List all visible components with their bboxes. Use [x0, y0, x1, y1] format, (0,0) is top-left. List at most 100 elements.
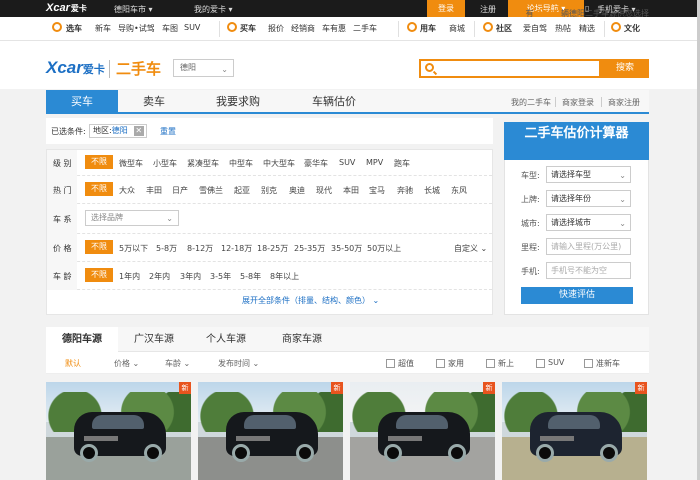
- dealer-register-link[interactable]: 商家注册: [608, 97, 640, 108]
- year-select[interactable]: 请选择年份 ⌄: [546, 190, 631, 207]
- filter-option[interactable]: 35-50万: [331, 243, 362, 254]
- city-selector[interactable]: 德阳车市 ▾: [114, 4, 153, 15]
- filter-option[interactable]: 大众: [119, 185, 135, 196]
- sort-age[interactable]: 车龄 ⌄: [165, 358, 190, 369]
- filter-option[interactable]: 18-25万: [257, 243, 288, 254]
- filter-option[interactable]: 5万以下: [119, 243, 148, 254]
- nav-buy-car[interactable]: 买车: [240, 23, 256, 34]
- filter-option[interactable]: 5-8万: [156, 243, 177, 254]
- filter-option[interactable]: 丰田: [146, 185, 162, 196]
- checkbox-value[interactable]: [386, 359, 395, 368]
- search-input[interactable]: [419, 59, 601, 78]
- checkbox-suv[interactable]: [536, 359, 545, 368]
- filter-option[interactable]: 1年内: [119, 271, 140, 282]
- nav-featured[interactable]: 精选: [579, 23, 595, 34]
- search-button[interactable]: 搜索: [601, 59, 649, 78]
- filter-option[interactable]: 起亚: [234, 185, 250, 196]
- nav-community[interactable]: 社区: [496, 23, 512, 34]
- checkbox-family[interactable]: [436, 359, 445, 368]
- filter-option[interactable]: 2年内: [149, 271, 170, 282]
- filter-option[interactable]: 12-18万: [221, 243, 252, 254]
- filter-option[interactable]: 奥迪: [289, 185, 305, 196]
- filter-option[interactable]: 本田: [343, 185, 359, 196]
- mileage-input[interactable]: 请输入里程(万公里): [546, 238, 631, 255]
- filter-option[interactable]: 不限: [85, 155, 113, 169]
- filter-option[interactable]: 东风: [451, 185, 467, 196]
- my-used-car-link[interactable]: 我的二手车: [511, 97, 551, 108]
- sort-price[interactable]: 价格 ⌄: [114, 358, 139, 369]
- nav-use-car[interactable]: 用车: [420, 23, 436, 34]
- login-button[interactable]: 登录: [427, 0, 465, 17]
- listing-card[interactable]: 新: [198, 382, 343, 480]
- listing-card[interactable]: 新: [502, 382, 647, 480]
- nav-culture[interactable]: 文化: [624, 23, 640, 34]
- filter-option[interactable]: 不限: [85, 182, 113, 196]
- filter-option[interactable]: 跑车: [394, 158, 410, 169]
- tab-valuation[interactable]: 车辆估价: [286, 90, 382, 114]
- reset-link[interactable]: 重置: [160, 126, 176, 137]
- nav-new-car[interactable]: 新车: [95, 23, 111, 34]
- nav-selfdrive[interactable]: 爱自驾: [523, 23, 547, 34]
- filter-option[interactable]: 中型车: [229, 158, 253, 169]
- city-select[interactable]: 请选择城市 ⌄: [546, 214, 631, 231]
- filter-option[interactable]: 8-12万: [187, 243, 213, 254]
- register-link[interactable]: 注册: [480, 4, 496, 15]
- filter-option[interactable]: 豪华车: [304, 158, 328, 169]
- my-xcar-menu[interactable]: 我的爱卡 ▾: [194, 4, 233, 15]
- filter-option[interactable]: 5-8年: [240, 271, 261, 282]
- filter-option[interactable]: 中大型车: [263, 158, 295, 169]
- tab-sell[interactable]: 卖车: [118, 90, 190, 114]
- filter-option[interactable]: MPV: [366, 158, 383, 167]
- quick-evaluate-button[interactable]: 快速评估: [521, 287, 633, 304]
- filter-option[interactable]: 3年内: [180, 271, 201, 282]
- nav-car-pics[interactable]: 车图: [162, 23, 178, 34]
- nav-discount[interactable]: 车有惠: [322, 23, 346, 34]
- tab-buy[interactable]: 买车: [46, 90, 118, 114]
- nav-suv[interactable]: SUV: [184, 23, 200, 32]
- nav-choose-car[interactable]: 选车: [66, 23, 82, 34]
- nav-mall[interactable]: 商城: [449, 23, 465, 34]
- sort-default[interactable]: 默认: [65, 358, 81, 369]
- dealer-login-link[interactable]: 商家登录: [562, 97, 594, 108]
- tab-deyang-source[interactable]: 德阳车源: [46, 327, 118, 352]
- tab-guanghan-source[interactable]: 广汉车源: [118, 327, 190, 352]
- city-dropdown[interactable]: 德阳 ⌄: [173, 59, 234, 77]
- tab-personal-source[interactable]: 个人车源: [190, 327, 262, 352]
- model-select[interactable]: 请选择车型 ⌄: [546, 166, 631, 183]
- filter-option[interactable]: 雪佛兰: [199, 185, 223, 196]
- xcar-logo[interactable]: Xcar爱卡: [46, 2, 87, 14]
- nav-guide[interactable]: 导购•试驾: [118, 23, 155, 34]
- nav-used-car[interactable]: 二手车: [353, 23, 377, 34]
- filter-option[interactable]: 3-5年: [210, 271, 231, 282]
- checkbox-new[interactable]: [486, 359, 495, 368]
- nav-price[interactable]: 报价: [268, 23, 284, 34]
- filter-option[interactable]: 50万以上: [367, 243, 401, 254]
- expand-all-conditions[interactable]: 展开全部条件（排量、结构、颜色） ⌄: [242, 295, 379, 306]
- filter-option[interactable]: 长城: [424, 185, 440, 196]
- filter-option[interactable]: 奔驰: [397, 185, 413, 196]
- filter-option[interactable]: 日产: [172, 185, 188, 196]
- filter-option[interactable]: 不限: [85, 268, 113, 282]
- filter-option[interactable]: 不限: [85, 240, 113, 254]
- listing-card[interactable]: 新: [46, 382, 191, 480]
- filter-option[interactable]: 8年以上: [270, 271, 299, 282]
- filter-option[interactable]: 微型车: [119, 158, 143, 169]
- filter-option[interactable]: 别克: [261, 185, 277, 196]
- sort-time[interactable]: 发布时间 ⌄: [218, 358, 259, 369]
- phone-input[interactable]: 手机号不能为空: [546, 262, 631, 279]
- filter-option[interactable]: 25-35万: [294, 243, 325, 254]
- checkbox-nearly-new[interactable]: [584, 359, 593, 368]
- filter-option[interactable]: 宝马: [369, 185, 385, 196]
- filter-option[interactable]: 小型车: [153, 158, 177, 169]
- close-icon[interactable]: ✕: [133, 126, 144, 136]
- filter-option[interactable]: 现代: [316, 185, 332, 196]
- nav-hot[interactable]: 热帖: [555, 23, 571, 34]
- tab-wanted[interactable]: 我要求购: [196, 90, 280, 114]
- brand-dropdown[interactable]: 选择品牌 ⌄: [85, 210, 179, 226]
- tab-dealer-source[interactable]: 商家车源: [262, 327, 342, 352]
- nav-dealer[interactable]: 经销商: [291, 23, 315, 34]
- custom-price-toggle[interactable]: 自定义 ⌄: [454, 243, 487, 254]
- filter-option[interactable]: 紧凑型车: [187, 158, 219, 169]
- listing-card[interactable]: 新: [350, 382, 495, 480]
- xcar-brand-logo[interactable]: Xcar爱卡: [46, 58, 105, 78]
